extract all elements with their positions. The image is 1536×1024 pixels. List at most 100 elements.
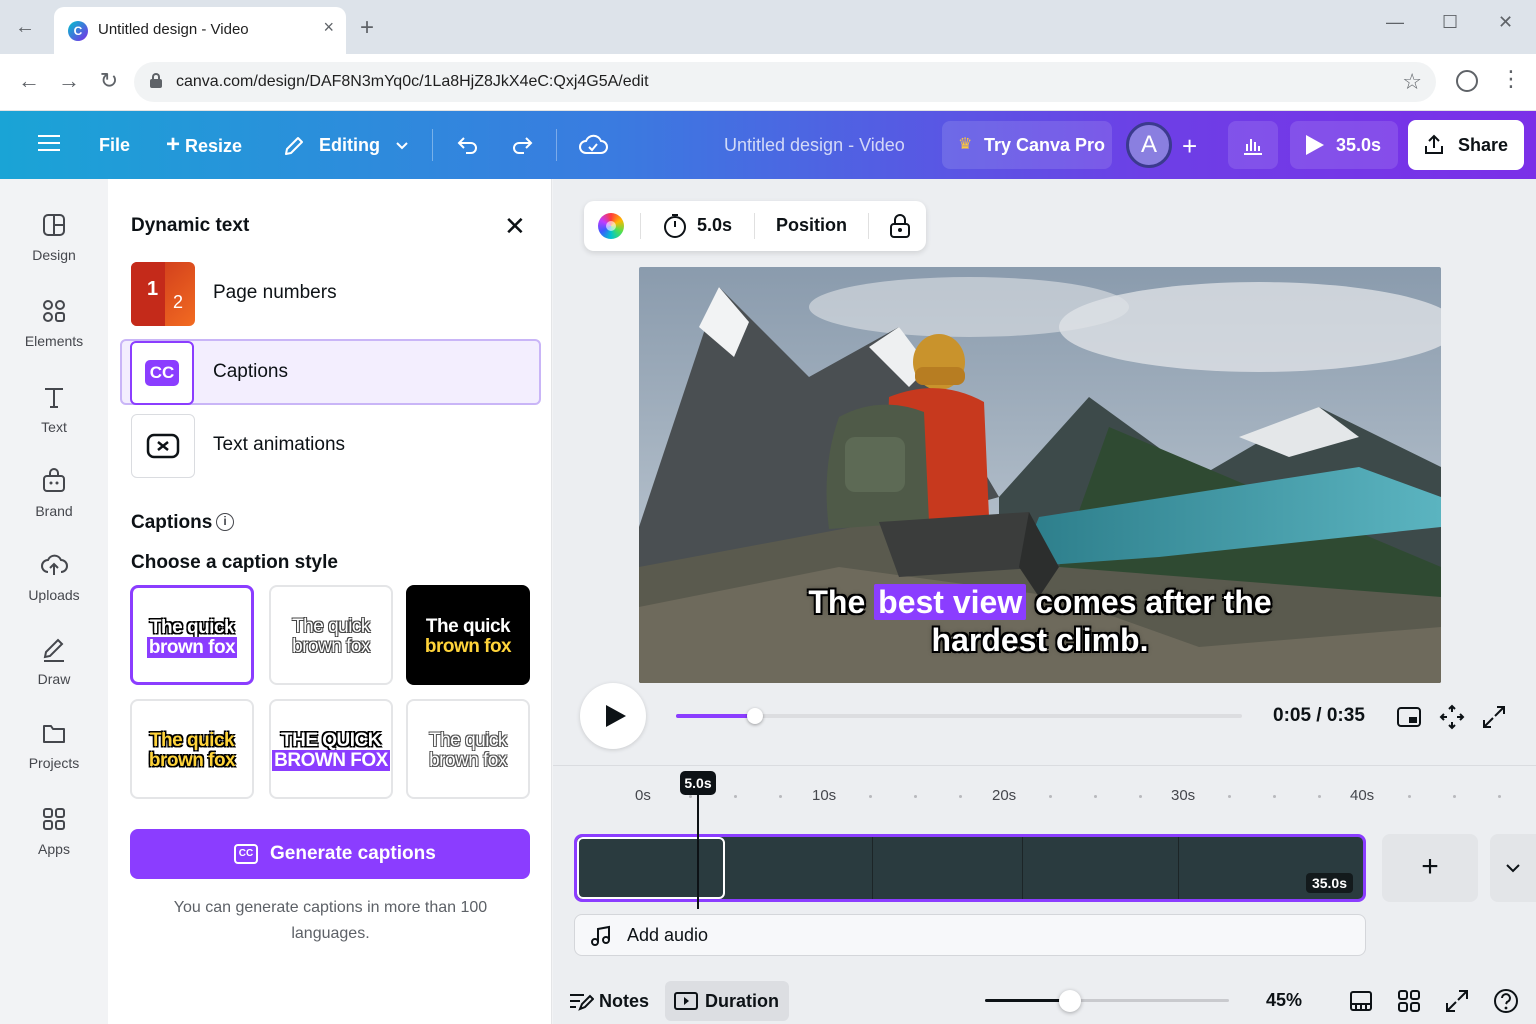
timer-icon[interactable] [662,213,688,239]
expand-timeline-button[interactable] [1490,834,1536,902]
rail-item-design[interactable]: Design [0,211,108,291]
playhead[interactable] [697,795,699,909]
help-icon[interactable] [1492,987,1520,1015]
style-line-2: BROWN FOX [271,750,391,771]
option-text-animations[interactable]: Text animations [122,414,540,478]
pencil-icon [285,137,303,156]
zoom-handle[interactable] [1059,990,1082,1012]
page-numbers-thumbnail: 1 2 [131,262,195,326]
notes-button[interactable]: Notes [599,991,649,1012]
playback-progress-bar[interactable] [676,708,1242,724]
style-line-1: The quick [292,616,370,637]
track-frame [727,837,873,899]
undo-icon[interactable] [456,133,480,157]
caption-style-card[interactable]: THE QUICK BROWN FOX [269,699,393,799]
video-track[interactable]: 35.0s [574,834,1366,902]
projects-icon [43,725,65,743]
lock-icon[interactable] [888,213,912,239]
rail-item-text[interactable]: Text [0,383,108,463]
caption-style-card[interactable]: The quick brown fox [406,585,530,685]
info-icon[interactable]: i [216,513,234,531]
dynamic-text-panel: Dynamic text ✕ 1 2 Page numbers CC Capti… [108,179,552,1024]
duration-button[interactable]: Duration [665,981,789,1021]
share-button[interactable]: Share [1408,120,1524,170]
rail-label: Brand [35,503,73,519]
rail-item-brand[interactable]: Brand [0,467,108,547]
page-view-icon[interactable] [1348,988,1374,1014]
rail-item-uploads[interactable]: Uploads [0,551,108,631]
hamburger-menu-icon[interactable] [38,135,60,153]
chevron-down-icon [396,142,408,150]
editing-mode-button[interactable]: Editing [282,111,409,179]
generate-captions-button[interactable]: CC Generate captions [130,829,530,879]
rail-item-projects[interactable]: Projects [0,719,108,799]
fullscreen-icon[interactable] [1480,703,1508,731]
option-page-numbers[interactable]: 1 2 Page numbers [122,262,540,326]
caption-highlight: best view [874,584,1027,620]
close-icon[interactable]: ✕ [504,211,526,242]
rail-item-apps[interactable]: Apps [0,805,108,885]
clip-duration[interactable]: 5.0s [697,215,732,236]
file-menu-button[interactable]: File [99,111,130,179]
progress-handle[interactable] [747,708,764,724]
design-title[interactable]: Untitled design - Video [724,111,905,179]
url-field[interactable]: canva.com/design/DAF8N3mYq0c/1La8HjZ8JkX… [134,62,1436,102]
reload-icon[interactable]: ↻ [96,68,122,94]
caption-style-card[interactable]: The quick brown fox [406,699,530,799]
floating-toolbar: 5.0s Position [584,201,926,251]
add-page-button[interactable]: + [1382,834,1478,902]
cloud-save-icon[interactable] [578,131,608,159]
profile-icon[interactable] [1456,70,1478,92]
fit-to-screen-icon[interactable] [1438,703,1466,731]
track-frame-selected[interactable] [577,837,725,899]
option-label: Text animations [213,434,346,455]
tab-close-icon[interactable]: × [323,17,334,38]
back-arrow-icon[interactable]: ← [14,16,36,38]
color-picker-icon[interactable] [598,213,624,239]
caption-overlay[interactable]: The best view comes after the hardest cl… [639,583,1441,659]
zoom-slider[interactable] [985,990,1229,1012]
back-icon[interactable]: ← [16,68,42,94]
present-play-button[interactable]: 35.0s [1290,121,1398,169]
brand-icon [43,468,65,492]
style-line-2: brown fox [424,636,512,657]
zoom-level[interactable]: 45% [1266,990,1302,1011]
uploads-icon [41,554,68,575]
new-tab-icon[interactable]: + [360,14,374,42]
picture-in-picture-icon[interactable] [1395,703,1423,731]
window-close-icon[interactable]: ✕ [1498,12,1513,33]
left-rail: Design Elements Text Brand Uploads Draw … [0,179,108,1024]
insights-button[interactable] [1228,121,1278,169]
redo-icon[interactable] [510,133,534,157]
caption-style-card[interactable]: The quick brown fox [130,585,254,685]
rail-label: Design [32,247,76,263]
browser-tab[interactable]: C Untitled design - Video × [54,7,346,54]
rail-item-draw[interactable]: Draw [0,635,108,715]
position-button[interactable]: Position [776,215,847,236]
user-avatar[interactable]: A [1126,122,1172,168]
forward-icon[interactable]: → [56,68,82,94]
caption-style-card[interactable]: The quick brown fox [269,585,393,685]
design-canvas[interactable]: The best view comes after the hardest cl… [639,267,1441,683]
minimize-icon[interactable]: — [1386,12,1404,33]
present-duration: 35.0s [1336,135,1382,155]
maximize-icon[interactable]: ☐ [1442,12,1458,33]
rail-label: Text [41,419,67,435]
browser-menu-icon[interactable]: ⋮ [1500,66,1522,92]
resize-button[interactable]: + Resize [166,111,242,179]
track-duration: 35.0s [1305,873,1353,893]
style-line-2-text: brown fox [146,637,238,658]
expand-icon[interactable] [1444,988,1470,1014]
play-button[interactable] [580,683,646,749]
try-canva-pro-button[interactable]: ♛ Try Canva Pro [942,121,1112,169]
rail-item-elements[interactable]: Elements [0,297,108,377]
invite-plus-icon[interactable]: + [1182,131,1197,162]
playhead-label[interactable]: 5.0s [680,771,716,795]
add-audio-track[interactable]: Add audio [574,914,1366,956]
option-captions[interactable]: CC Captions [120,339,541,405]
rail-label: Uploads [28,587,80,603]
caption-style-card[interactable]: The quick brown fox [130,699,254,799]
bookmark-star-icon[interactable]: ☆ [1402,69,1422,95]
grid-view-icon[interactable] [1396,988,1422,1014]
play-icon [1306,135,1324,155]
